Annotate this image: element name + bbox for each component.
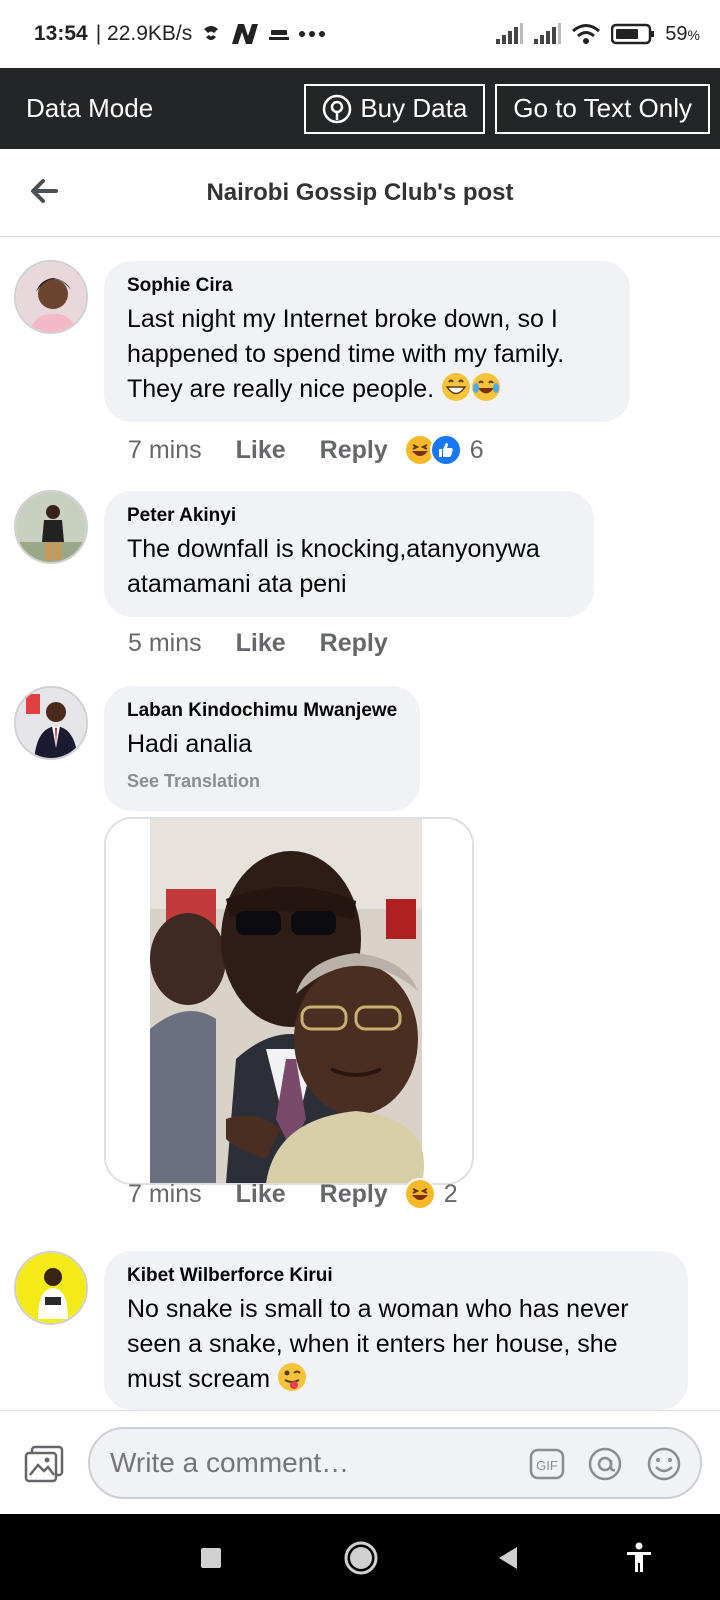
add-photo-button[interactable] bbox=[24, 1445, 64, 1483]
comment-meta: 7 mins Like Reply 6 bbox=[128, 434, 484, 466]
status-bar: 13:54 | 22.9KB/s 59% bbox=[0, 0, 720, 68]
reaction-summary[interactable]: 2 bbox=[403, 1178, 458, 1210]
reply-button[interactable]: Reply bbox=[320, 1180, 388, 1209]
comment-text: No snake is small to a woman who has nev… bbox=[127, 1295, 629, 1393]
comment-author[interactable]: Laban Kindochimu Mwanjewe bbox=[127, 700, 398, 722]
text-only-label: Go to Text Only bbox=[513, 93, 692, 123]
back-arrow-icon bbox=[31, 179, 58, 203]
photo-icon bbox=[24, 1445, 64, 1483]
signal-icon-1 bbox=[495, 23, 524, 45]
reaction-summary[interactable]: 6 bbox=[403, 434, 484, 466]
battery-icon bbox=[611, 23, 655, 45]
reply-button[interactable]: Reply bbox=[320, 436, 388, 465]
page-title: Nairobi Gossip Club's post bbox=[206, 178, 514, 206]
wifi-icon bbox=[571, 23, 601, 45]
comment-author[interactable]: Kibet Wilberforce Kirui bbox=[127, 1265, 666, 1287]
comment-text: Hadi analia bbox=[127, 730, 253, 758]
buy-data-button[interactable]: Buy Data bbox=[304, 83, 486, 134]
circle-icon bbox=[344, 1541, 378, 1575]
reaction-count: 2 bbox=[443, 1179, 458, 1208]
reaction-count: 6 bbox=[469, 435, 484, 464]
attached-image bbox=[106, 819, 472, 1183]
post-header: Nairobi Gossip Club's post bbox=[0, 149, 720, 237]
comment-photo[interactable] bbox=[104, 817, 474, 1185]
buy-data-label: Buy Data bbox=[360, 93, 468, 123]
comment-bubble[interactable]: Kibet Wilberforce Kirui No snake is smal… bbox=[104, 1251, 688, 1410]
comment-time[interactable]: 7 mins bbox=[128, 436, 202, 465]
mention-button[interactable] bbox=[586, 1445, 624, 1483]
avatar[interactable] bbox=[14, 490, 88, 564]
accessibility-button[interactable] bbox=[617, 1536, 661, 1580]
triangle-back-icon bbox=[499, 1547, 517, 1569]
data-saver-icon bbox=[200, 23, 222, 45]
cast-icon bbox=[268, 26, 290, 42]
data-mode-label: Data Mode bbox=[26, 93, 154, 123]
like-button[interactable]: Like bbox=[236, 436, 286, 465]
text-only-button[interactable]: Go to Text Only bbox=[495, 83, 710, 134]
haha-reaction-icon bbox=[403, 1178, 436, 1210]
grinning-face-icon bbox=[441, 372, 471, 402]
like-reaction-icon bbox=[429, 434, 462, 466]
gif-icon: GIF bbox=[529, 1448, 565, 1480]
at-sign-icon bbox=[588, 1447, 622, 1481]
signal-icon-2 bbox=[533, 23, 562, 45]
accessibility-icon bbox=[627, 1542, 651, 1572]
like-button[interactable]: Like bbox=[236, 629, 286, 658]
tears-of-joy-icon bbox=[471, 372, 501, 402]
battery-percent: 59% bbox=[665, 22, 700, 45]
comment-bubble[interactable]: Laban Kindochimu Mwanjewe Hadi analia Se… bbox=[104, 686, 420, 811]
winking-tongue-face-icon bbox=[277, 1362, 307, 1392]
home-button[interactable] bbox=[339, 1536, 383, 1580]
emoji-button[interactable] bbox=[645, 1445, 683, 1483]
smiley-icon bbox=[647, 1447, 681, 1481]
comment-meta: 7 mins Like Reply 2 bbox=[128, 1178, 458, 1210]
comment-text: Last night my Internet broke down, so I … bbox=[127, 305, 565, 403]
system-nav-bar bbox=[0, 1514, 720, 1600]
see-translation-link[interactable]: See Translation bbox=[127, 771, 398, 792]
status-time: 13:54 bbox=[34, 22, 88, 45]
comment-bubble[interactable]: Peter Akinyi The downfall is knocking,at… bbox=[104, 491, 594, 617]
comment-author[interactable]: Peter Akinyi bbox=[127, 505, 572, 527]
comment-meta: 5 mins Like Reply bbox=[128, 629, 422, 658]
comment-composer: GIF bbox=[0, 1410, 720, 1514]
comment-author[interactable]: Sophie Cira bbox=[127, 275, 608, 297]
gif-button[interactable]: GIF bbox=[528, 1445, 566, 1483]
avatar[interactable] bbox=[14, 260, 88, 334]
reply-button[interactable]: Reply bbox=[320, 629, 388, 658]
comment-time[interactable]: 5 mins bbox=[128, 629, 202, 658]
avatar[interactable] bbox=[14, 1251, 88, 1325]
data-mode-bar: Data Mode Buy Data Go to Text Only bbox=[0, 68, 720, 149]
recents-button[interactable] bbox=[189, 1536, 233, 1580]
broadcast-icon bbox=[323, 94, 352, 123]
n-app-icon bbox=[230, 22, 260, 46]
network-speed: | 22.9KB/s bbox=[95, 22, 193, 45]
comment-text: The downfall is knocking,atanyonywa atam… bbox=[127, 535, 540, 598]
comment-time[interactable]: 7 mins bbox=[128, 1180, 202, 1209]
more-notifications-icon bbox=[298, 30, 326, 38]
back-nav-button[interactable] bbox=[486, 1536, 530, 1580]
avatar[interactable] bbox=[14, 686, 88, 760]
comment-bubble[interactable]: Sophie Cira Last night my Internet broke… bbox=[104, 261, 630, 422]
back-button[interactable] bbox=[28, 175, 60, 207]
like-button[interactable]: Like bbox=[236, 1180, 286, 1209]
svg-text:GIF: GIF bbox=[536, 1458, 558, 1473]
square-icon bbox=[201, 1548, 221, 1568]
